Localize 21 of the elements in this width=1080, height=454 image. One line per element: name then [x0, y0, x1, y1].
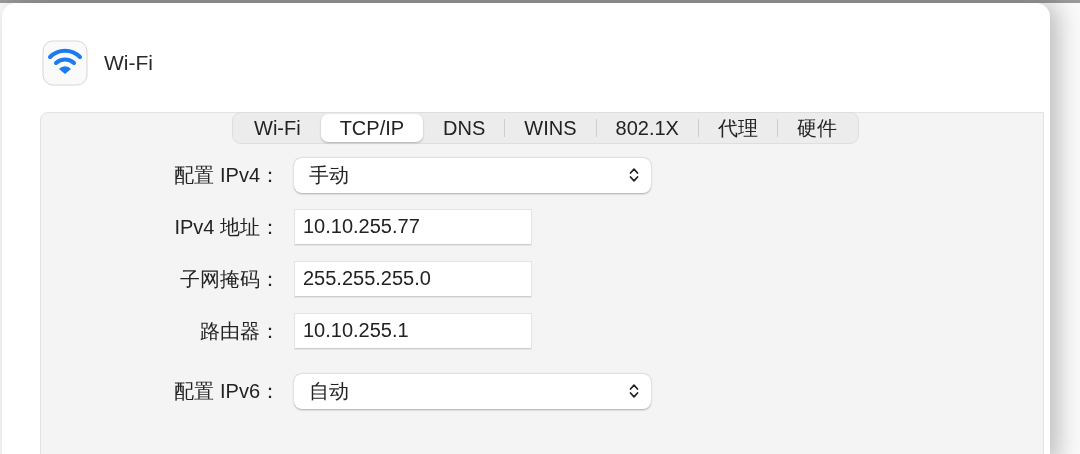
chevron-up-down-icon: [629, 383, 639, 399]
tab[interactable]: Wi-Fi: [235, 114, 320, 142]
input-field[interactable]: 255.255.255.0: [295, 261, 531, 297]
popup-menu[interactable]: 自动: [294, 373, 651, 409]
tab[interactable]: TCP/IP: [320, 114, 424, 142]
tab[interactable]: DNS: [424, 114, 505, 142]
popup-menu[interactable]: 手动: [294, 157, 651, 193]
tab[interactable]: 代理: [698, 114, 777, 142]
window-title: Wi-Fi: [104, 51, 153, 75]
field-label: IPv4 地址：: [173, 214, 281, 240]
chevron-up-down-icon: [629, 167, 639, 183]
field-label: 配置 IPv4：: [173, 162, 281, 188]
tab[interactable]: 802.1X: [596, 114, 698, 142]
input-field[interactable]: 10.10.255.77: [295, 209, 531, 245]
field-label: 子网掩码：: [179, 266, 281, 292]
input-field[interactable]: 10.10.255.1: [295, 313, 531, 349]
tab[interactable]: WINS: [505, 114, 596, 142]
tab[interactable]: 硬件: [777, 114, 856, 142]
field-label: 路由器：: [199, 318, 281, 344]
field-label: 配置 IPv6：: [173, 378, 281, 404]
wifi-icon: [42, 40, 88, 86]
